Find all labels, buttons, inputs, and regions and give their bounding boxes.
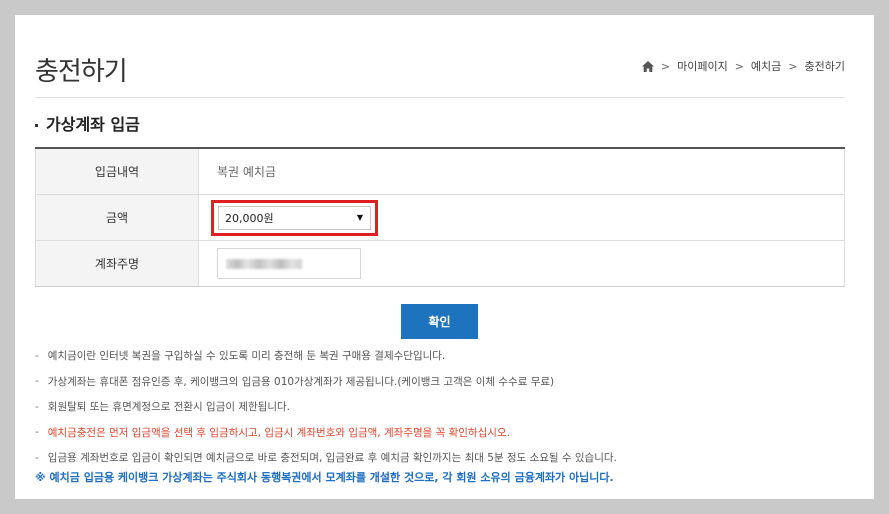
amount-label: 금액	[35, 194, 199, 241]
deposit-type-label: 입금내역	[35, 148, 199, 195]
title-divider	[35, 97, 845, 98]
footer-notice: ※ 예치금 입금용 케이뱅크 가상계좌는 주식회사 동행복권에서 모계좌를 개설…	[35, 471, 614, 484]
breadcrumb-separator: >	[660, 59, 671, 73]
breadcrumb-charge: 충전하기	[804, 60, 845, 73]
breadcrumb-separator: >	[734, 59, 744, 73]
list-item: - 예치금이란 인터넷 복권을 구입하실 수 있도록 미리 충전해 둔 복권 구…	[35, 343, 855, 369]
account-holder-input[interactable]	[217, 248, 361, 279]
amount-cell: 20,000원 ▼	[198, 194, 845, 241]
bullet-icon	[35, 123, 38, 127]
warning-note-text: 예치금충전은 먼저 입금액을 선택 후 입금하시고, 입금시 계좌번호와 입금액…	[47, 426, 510, 439]
note-text: 예치금이란 인터넷 복권을 구입하실 수 있도록 미리 충전해 둔 복권 구매용…	[47, 350, 446, 363]
dash-icon: -	[35, 426, 39, 439]
deposit-form-table: 입금내역 복권 예치금 금액 20,000원 ▼ 계좌주명	[35, 147, 845, 287]
table-row: 계좌주명	[35, 240, 845, 287]
chevron-down-icon: ▼	[356, 213, 363, 222]
breadcrumb-separator: >	[788, 59, 798, 73]
amount-selected-value: 20,000원	[225, 211, 274, 225]
list-item: - 예치금충전은 먼저 입금액을 선택 후 입금하시고, 입금시 계좌번호와 입…	[35, 420, 855, 446]
note-text: 가상계좌는 휴대폰 점유인증 후, 케이뱅크의 입금용 010가상계좌가 제공됩…	[47, 375, 555, 388]
content-panel: 충전하기 > 마이페이지 > 예치금 > 충전하기 가상계좌 입금 입금내역 복…	[15, 15, 874, 499]
dash-icon: -	[35, 451, 39, 464]
list-item: - 회원탈퇴 또는 휴면계정으로 전환시 입금이 제한됩니다.	[35, 394, 855, 420]
blurred-name	[226, 259, 302, 269]
account-holder-cell	[198, 240, 845, 287]
deposit-type-value: 복권 예치금	[198, 148, 845, 195]
section-title: 가상계좌 입금	[35, 111, 140, 135]
list-item: - 가상계좌는 휴대폰 점유인증 후, 케이뱅크의 입금용 010가상계좌가 제…	[35, 369, 855, 395]
dash-icon: -	[35, 349, 39, 362]
page-title: 충전하기	[35, 57, 128, 87]
list-item: - 입금용 계좌번호로 입금이 확인되면 예치금으로 바로 충전되며, 입금완료…	[35, 445, 855, 471]
note-text: 입금용 계좌번호로 입금이 확인되면 예치금으로 바로 충전되며, 입금완료 후…	[47, 452, 617, 465]
note-text: 회원탈퇴 또는 휴면계정으로 전환시 입금이 제한됩니다.	[47, 401, 291, 414]
dash-icon: -	[35, 400, 39, 413]
breadcrumb-deposit[interactable]: 예치금	[751, 58, 781, 74]
table-row: 입금내역 복권 예치금	[35, 148, 845, 195]
notice-list: - 예치금이란 인터넷 복권을 구입하실 수 있도록 미리 충전해 둔 복권 구…	[35, 343, 855, 471]
amount-highlight: 20,000원 ▼	[211, 199, 378, 236]
section-title-text: 가상계좌 입금	[46, 115, 140, 134]
account-holder-label: 계좌주명	[35, 240, 199, 287]
breadcrumb: > 마이페이지 > 예치금 > 충전하기	[641, 58, 845, 74]
amount-select[interactable]: 20,000원 ▼	[218, 205, 371, 230]
breadcrumb-mypage[interactable]: 마이페이지	[677, 58, 728, 74]
confirm-button[interactable]: 확인	[401, 304, 478, 339]
home-icon[interactable]	[641, 60, 654, 72]
table-row: 금액 20,000원 ▼	[35, 194, 845, 241]
dash-icon: -	[35, 375, 39, 388]
